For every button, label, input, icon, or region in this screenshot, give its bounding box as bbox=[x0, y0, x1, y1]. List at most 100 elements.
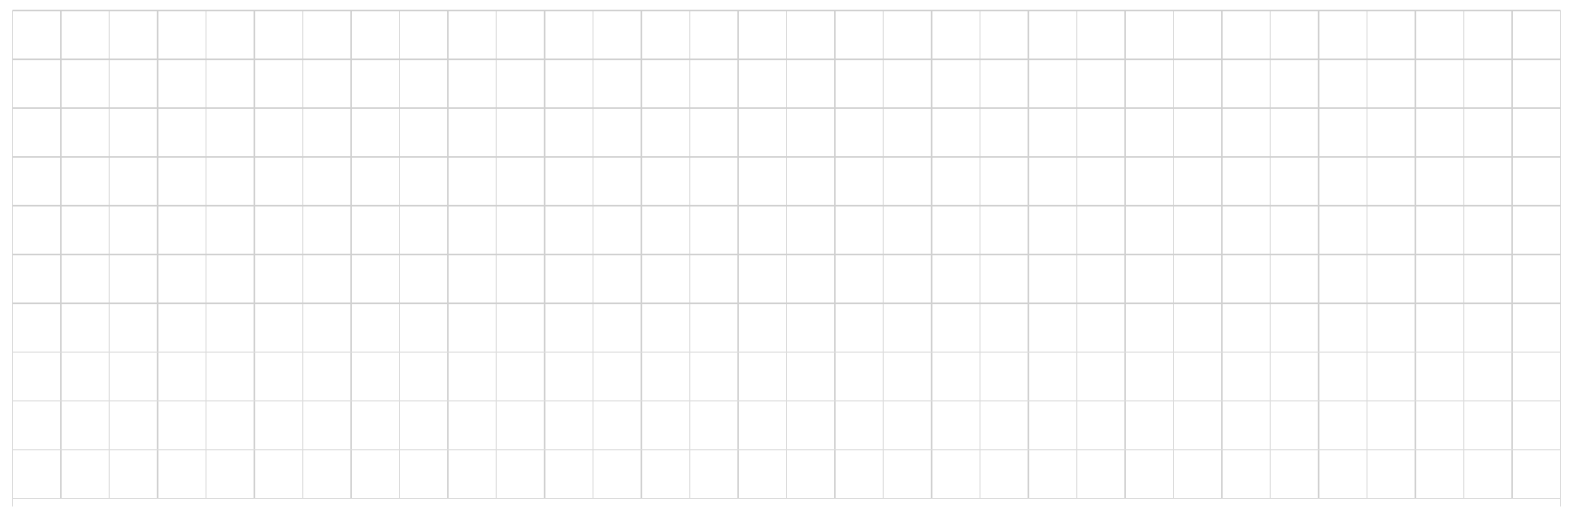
grid-cell bbox=[351, 400, 400, 450]
grid-cell bbox=[1221, 449, 1271, 499]
grid-cell bbox=[544, 156, 593, 206]
grid-cell bbox=[1028, 108, 1077, 157]
grid-cell bbox=[109, 449, 158, 499]
grid-cell bbox=[1028, 156, 1077, 206]
grid-cell bbox=[931, 205, 980, 255]
grid-cell bbox=[351, 352, 400, 401]
grid-cell bbox=[351, 205, 400, 255]
grid-cell bbox=[1125, 303, 1174, 353]
grid-cell bbox=[60, 352, 110, 401]
grid-cell bbox=[157, 400, 206, 450]
grid-cell bbox=[60, 108, 110, 157]
grid-cell bbox=[641, 449, 690, 499]
grid-cell bbox=[351, 156, 400, 206]
grid-cell bbox=[1270, 400, 1319, 450]
grid-cell bbox=[496, 400, 545, 450]
grid-cell bbox=[834, 254, 884, 304]
grid-cell bbox=[1367, 108, 1416, 157]
grid-cell bbox=[1270, 254, 1319, 304]
grid-cell bbox=[980, 303, 1029, 353]
grid-cell bbox=[1512, 108, 1561, 157]
grid-cell bbox=[544, 254, 593, 304]
grid-cell bbox=[1367, 254, 1416, 304]
grid-cell bbox=[1173, 156, 1222, 206]
grid-cell bbox=[1463, 303, 1513, 353]
grid-cell bbox=[1512, 449, 1561, 499]
grid-cell bbox=[1367, 303, 1416, 353]
grid-cell bbox=[496, 59, 545, 109]
grid-cell bbox=[689, 59, 739, 109]
grid-cell bbox=[302, 449, 352, 499]
grid-cell bbox=[1076, 10, 1126, 60]
grid-cell bbox=[931, 449, 980, 499]
grid-cell bbox=[1415, 303, 1464, 353]
grid-cell bbox=[12, 449, 61, 499]
grid-cell bbox=[1125, 205, 1174, 255]
grid-cell bbox=[302, 303, 352, 353]
grid-cell bbox=[60, 400, 110, 450]
grid-cell bbox=[302, 205, 352, 255]
grid-cell bbox=[593, 303, 642, 353]
grid-cell bbox=[447, 59, 497, 109]
grid-cell bbox=[1512, 156, 1561, 206]
grid-cell bbox=[399, 10, 448, 60]
grid-cell bbox=[1270, 108, 1319, 157]
grid-cell bbox=[206, 59, 255, 109]
grid-cell bbox=[1318, 400, 1367, 450]
grid-cell bbox=[1076, 254, 1126, 304]
grid-cell bbox=[834, 10, 884, 60]
grid-cell bbox=[254, 352, 303, 401]
grid-cell bbox=[1221, 254, 1271, 304]
grid-cell bbox=[399, 352, 448, 401]
grid-cell bbox=[12, 10, 61, 60]
grid-cell bbox=[1076, 108, 1126, 157]
grid-cell bbox=[641, 303, 690, 353]
grid-cell bbox=[931, 156, 980, 206]
grid-cell bbox=[496, 205, 545, 255]
grid-cell bbox=[1221, 10, 1271, 60]
grid-cell bbox=[1028, 449, 1077, 499]
grid-cell bbox=[883, 10, 932, 60]
grid-cell bbox=[496, 10, 545, 60]
grid-cell bbox=[593, 254, 642, 304]
grid-cell bbox=[206, 205, 255, 255]
grid-cell bbox=[1463, 352, 1513, 401]
grid-cell bbox=[351, 108, 400, 157]
grid-cell bbox=[1415, 254, 1464, 304]
grid-cell bbox=[60, 205, 110, 255]
grid-cell bbox=[689, 254, 739, 304]
grid-cell bbox=[302, 156, 352, 206]
grid-cell bbox=[1367, 205, 1416, 255]
grid-cell bbox=[1221, 205, 1271, 255]
grid-cell bbox=[931, 352, 980, 401]
grid-cell bbox=[254, 205, 303, 255]
grid-cell bbox=[254, 400, 303, 450]
grid-cell bbox=[1173, 352, 1222, 401]
grid-cell bbox=[157, 352, 206, 401]
grid-cell bbox=[931, 10, 980, 60]
grid-cell bbox=[544, 449, 593, 499]
grid-cell bbox=[1028, 205, 1077, 255]
grid-cell bbox=[738, 59, 787, 109]
grid-cell bbox=[544, 400, 593, 450]
grid-cell bbox=[738, 254, 787, 304]
grid-cell bbox=[1221, 59, 1271, 109]
grid-cell bbox=[206, 449, 255, 499]
grid-cell bbox=[351, 449, 400, 499]
grid-cell bbox=[12, 400, 61, 450]
grid-cell bbox=[1173, 10, 1222, 60]
grid-cell bbox=[1076, 400, 1126, 450]
grid-cell bbox=[1512, 59, 1561, 109]
grid-cell bbox=[1463, 10, 1513, 60]
grid-cell bbox=[206, 352, 255, 401]
grid-cell bbox=[109, 400, 158, 450]
grid-cell bbox=[689, 156, 739, 206]
grid-cell bbox=[883, 59, 932, 109]
grid-cell bbox=[980, 205, 1029, 255]
grid-cell bbox=[980, 254, 1029, 304]
grid-cell bbox=[206, 303, 255, 353]
grid-cell bbox=[1221, 400, 1271, 450]
grid-cell bbox=[689, 400, 739, 450]
grid-cell bbox=[834, 156, 884, 206]
grid-cell bbox=[60, 59, 110, 109]
